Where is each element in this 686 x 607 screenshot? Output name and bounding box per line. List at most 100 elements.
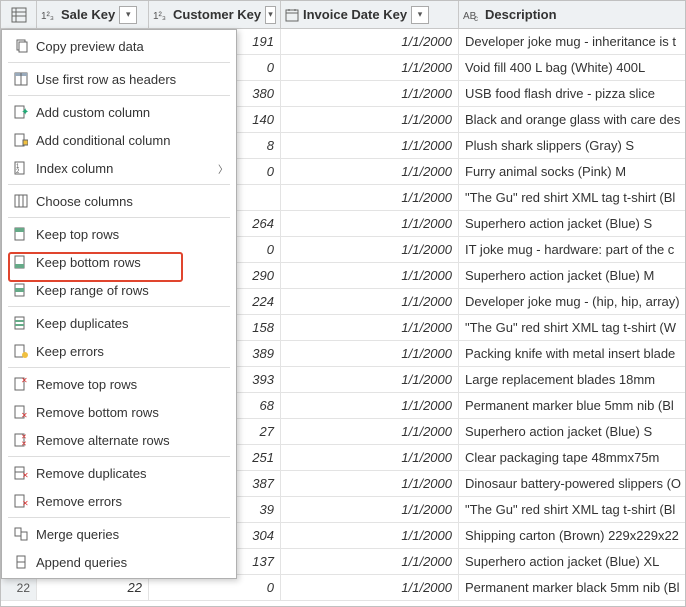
invoice-date-cell: 1/1/2000 <box>281 29 459 54</box>
keep-bottom-icon <box>10 255 32 269</box>
menu-separator <box>8 306 230 307</box>
menu-add-custom-column[interactable]: ✦Add custom column <box>2 98 236 126</box>
menu-separator <box>8 95 230 96</box>
invoice-date-cell: 1/1/2000 <box>281 133 459 158</box>
conditional-icon <box>10 133 32 147</box>
description-cell: Plush shark slippers (Gray) S <box>459 133 685 158</box>
column-header-description[interactable]: ABc Description <box>459 1 685 28</box>
column-header-sale-key[interactable]: 1²₃ Sale Key ▾ <box>37 1 149 28</box>
menu-remove-alternate-rows[interactable]: ✕✕Remove alternate rows <box>2 426 236 454</box>
number-type-icon: 1²₃ <box>153 8 169 22</box>
menu-remove-bottom-rows[interactable]: ✕Remove bottom rows <box>2 398 236 426</box>
menu-keep-errors[interactable]: Keep errors <box>2 337 236 365</box>
svg-text:✕: ✕ <box>21 377 28 385</box>
copy-icon <box>10 39 32 53</box>
number-type-icon: 1²₃ <box>41 8 57 22</box>
invoice-date-cell: 1/1/2000 <box>281 81 459 106</box>
menu-separator <box>8 456 230 457</box>
description-cell: Clear packaging tape 48mmx75m <box>459 445 685 470</box>
menu-add-conditional-column[interactable]: Add conditional column <box>2 126 236 154</box>
invoice-date-cell: 1/1/2000 <box>281 315 459 340</box>
keep-top-icon <box>10 227 32 241</box>
menu-copy-preview-data[interactable]: Copy preview data <box>2 32 236 60</box>
invoice-date-cell: 1/1/2000 <box>281 575 459 600</box>
chevron-right-icon: 〉 <box>218 161 228 176</box>
remove-alt-icon: ✕✕ <box>10 433 32 447</box>
index-icon: 12 <box>10 161 32 175</box>
remove-dup-icon: ✕ <box>10 466 32 480</box>
merge-icon <box>10 527 32 541</box>
keep-err-icon <box>10 344 32 358</box>
header-label: Sale Key <box>61 7 115 22</box>
menu-keep-duplicates[interactable]: Keep duplicates <box>2 309 236 337</box>
description-cell: Furry animal socks (Pink) M <box>459 159 685 184</box>
invoice-date-cell: 1/1/2000 <box>281 367 459 392</box>
description-cell: Superhero action jacket (Blue) S <box>459 419 685 444</box>
description-cell: "The Gu" red shirt XML tag t-shirt (Bl <box>459 185 685 210</box>
svg-text:✕: ✕ <box>22 499 28 508</box>
description-cell: Developer joke mug - (hip, hip, array) <box>459 289 685 314</box>
description-cell: USB food flash drive - pizza slice <box>459 81 685 106</box>
svg-text:✕: ✕ <box>21 434 27 441</box>
menu-keep-bottom-rows[interactable]: Keep bottom rows <box>2 248 236 276</box>
svg-text:1²₃: 1²₃ <box>41 11 54 22</box>
invoice-date-cell: 1/1/2000 <box>281 523 459 548</box>
description-cell: Permanent marker black 5mm nib (Bl <box>459 575 685 600</box>
remove-bottom-icon: ✕ <box>10 405 32 419</box>
menu-keep-range-rows[interactable]: Keep range of rows <box>2 276 236 304</box>
invoice-date-cell: 1/1/2000 <box>281 445 459 470</box>
description-cell: "The Gu" red shirt XML tag t-shirt (Bl <box>459 497 685 522</box>
column-dropdown-icon[interactable]: ▾ <box>265 6 276 24</box>
invoice-date-cell: 1/1/2000 <box>281 159 459 184</box>
invoice-date-cell: 1/1/2000 <box>281 471 459 496</box>
keep-dup-icon <box>10 316 32 330</box>
menu-keep-top-rows[interactable]: Keep top rows <box>2 220 236 248</box>
menu-choose-columns[interactable]: Choose columns <box>2 187 236 215</box>
menu-append-queries[interactable]: Append queries <box>2 548 236 576</box>
description-cell: Superhero action jacket (Blue) S <box>459 211 685 236</box>
description-cell: Superhero action jacket (Blue) M <box>459 263 685 288</box>
invoice-date-cell: 1/1/2000 <box>281 107 459 132</box>
menu-separator <box>8 517 230 518</box>
column-header-customer-key[interactable]: 1²₃ Customer Key ▾ <box>149 1 281 28</box>
menu-index-column[interactable]: 12Index column〉 <box>2 154 236 182</box>
description-cell: Black and orange glass with care des <box>459 107 685 132</box>
column-dropdown-icon[interactable]: ▾ <box>119 6 137 24</box>
invoice-date-cell: 1/1/2000 <box>281 289 459 314</box>
menu-remove-top-rows[interactable]: ✕Remove top rows <box>2 370 236 398</box>
invoice-date-cell: 1/1/2000 <box>281 185 459 210</box>
invoice-date-cell: 1/1/2000 <box>281 549 459 574</box>
menu-merge-queries[interactable]: Merge queries <box>2 520 236 548</box>
table-icon <box>11 7 27 23</box>
description-cell: Shipping carton (Brown) 229x229x22 <box>459 523 685 548</box>
description-cell: Permanent marker blue 5mm nib (Bl <box>459 393 685 418</box>
invoice-date-cell: 1/1/2000 <box>281 393 459 418</box>
invoice-date-cell: 1/1/2000 <box>281 237 459 262</box>
description-cell: Dinosaur battery-powered slippers (O <box>459 471 685 496</box>
invoice-date-cell: 1/1/2000 <box>281 419 459 444</box>
invoice-date-cell: 1/1/2000 <box>281 263 459 288</box>
append-icon <box>10 555 32 569</box>
invoice-date-cell: 1/1/2000 <box>281 211 459 236</box>
invoice-date-cell: 1/1/2000 <box>281 497 459 522</box>
svg-text:✦: ✦ <box>21 107 28 118</box>
remove-err-icon: ✕ <box>10 494 32 508</box>
svg-text:✕: ✕ <box>21 411 28 419</box>
menu-remove-duplicates[interactable]: ✕Remove duplicates <box>2 459 236 487</box>
choose-columns-icon <box>10 194 32 208</box>
column-dropdown-icon[interactable]: ▾ <box>411 6 429 24</box>
description-cell: Packing knife with metal insert blade <box>459 341 685 366</box>
remove-top-icon: ✕ <box>10 377 32 391</box>
header-label: Description <box>485 7 557 22</box>
table-menu-button[interactable] <box>1 1 37 28</box>
menu-separator <box>8 367 230 368</box>
svg-text:1²₃: 1²₃ <box>153 11 166 22</box>
menu-separator <box>8 217 230 218</box>
description-cell: Superhero action jacket (Blue) XL <box>459 549 685 574</box>
invoice-date-cell: 1/1/2000 <box>281 55 459 80</box>
menu-remove-errors[interactable]: ✕Remove errors <box>2 487 236 515</box>
svg-text:c: c <box>474 14 478 22</box>
menu-use-first-row-as-headers[interactable]: Use first row as headers <box>2 65 236 93</box>
menu-separator <box>8 184 230 185</box>
column-header-invoice-date[interactable]: Invoice Date Key ▾ <box>281 1 459 28</box>
